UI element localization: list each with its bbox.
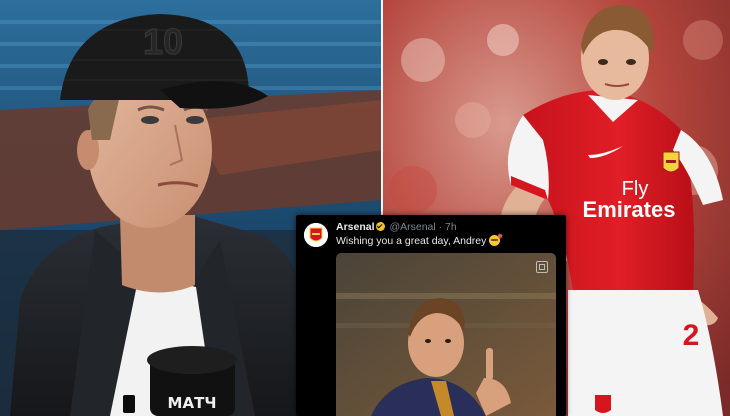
microphone-label: МАТЧ bbox=[168, 394, 217, 412]
tweet-message: Wishing you a great day, Andrey bbox=[336, 235, 487, 247]
arsenal-avatar-icon[interactable] bbox=[304, 223, 328, 247]
tweet-header: Arsenal @Arsenal · 7h bbox=[336, 221, 457, 233]
verified-badge-icon bbox=[375, 222, 385, 231]
tweet-card[interactable]: Arsenal @Arsenal · 7h Wishing you a grea… bbox=[296, 215, 566, 416]
tweet-handle-time[interactable]: @Arsenal · 7h bbox=[389, 221, 456, 233]
tweet-media[interactable] bbox=[336, 253, 556, 416]
shorts-number: 2 bbox=[683, 319, 700, 352]
media-expand-icon[interactable] bbox=[536, 261, 548, 273]
tweet-account-name[interactable]: Arsenal bbox=[336, 221, 375, 233]
tweet-text: Wishing you a great day, Andrey bbox=[336, 235, 501, 247]
collage: 10 МАТЧ Fly Emirates 2 Arsenal @Arsenal … bbox=[0, 0, 730, 416]
tweet-media-image bbox=[336, 253, 556, 416]
cap-number: 10 bbox=[143, 21, 183, 62]
shirt-sponsor-line2: Emirates bbox=[583, 197, 676, 222]
partying-face-emoji-icon bbox=[489, 235, 501, 246]
arsenal-crest-icon bbox=[662, 151, 680, 173]
